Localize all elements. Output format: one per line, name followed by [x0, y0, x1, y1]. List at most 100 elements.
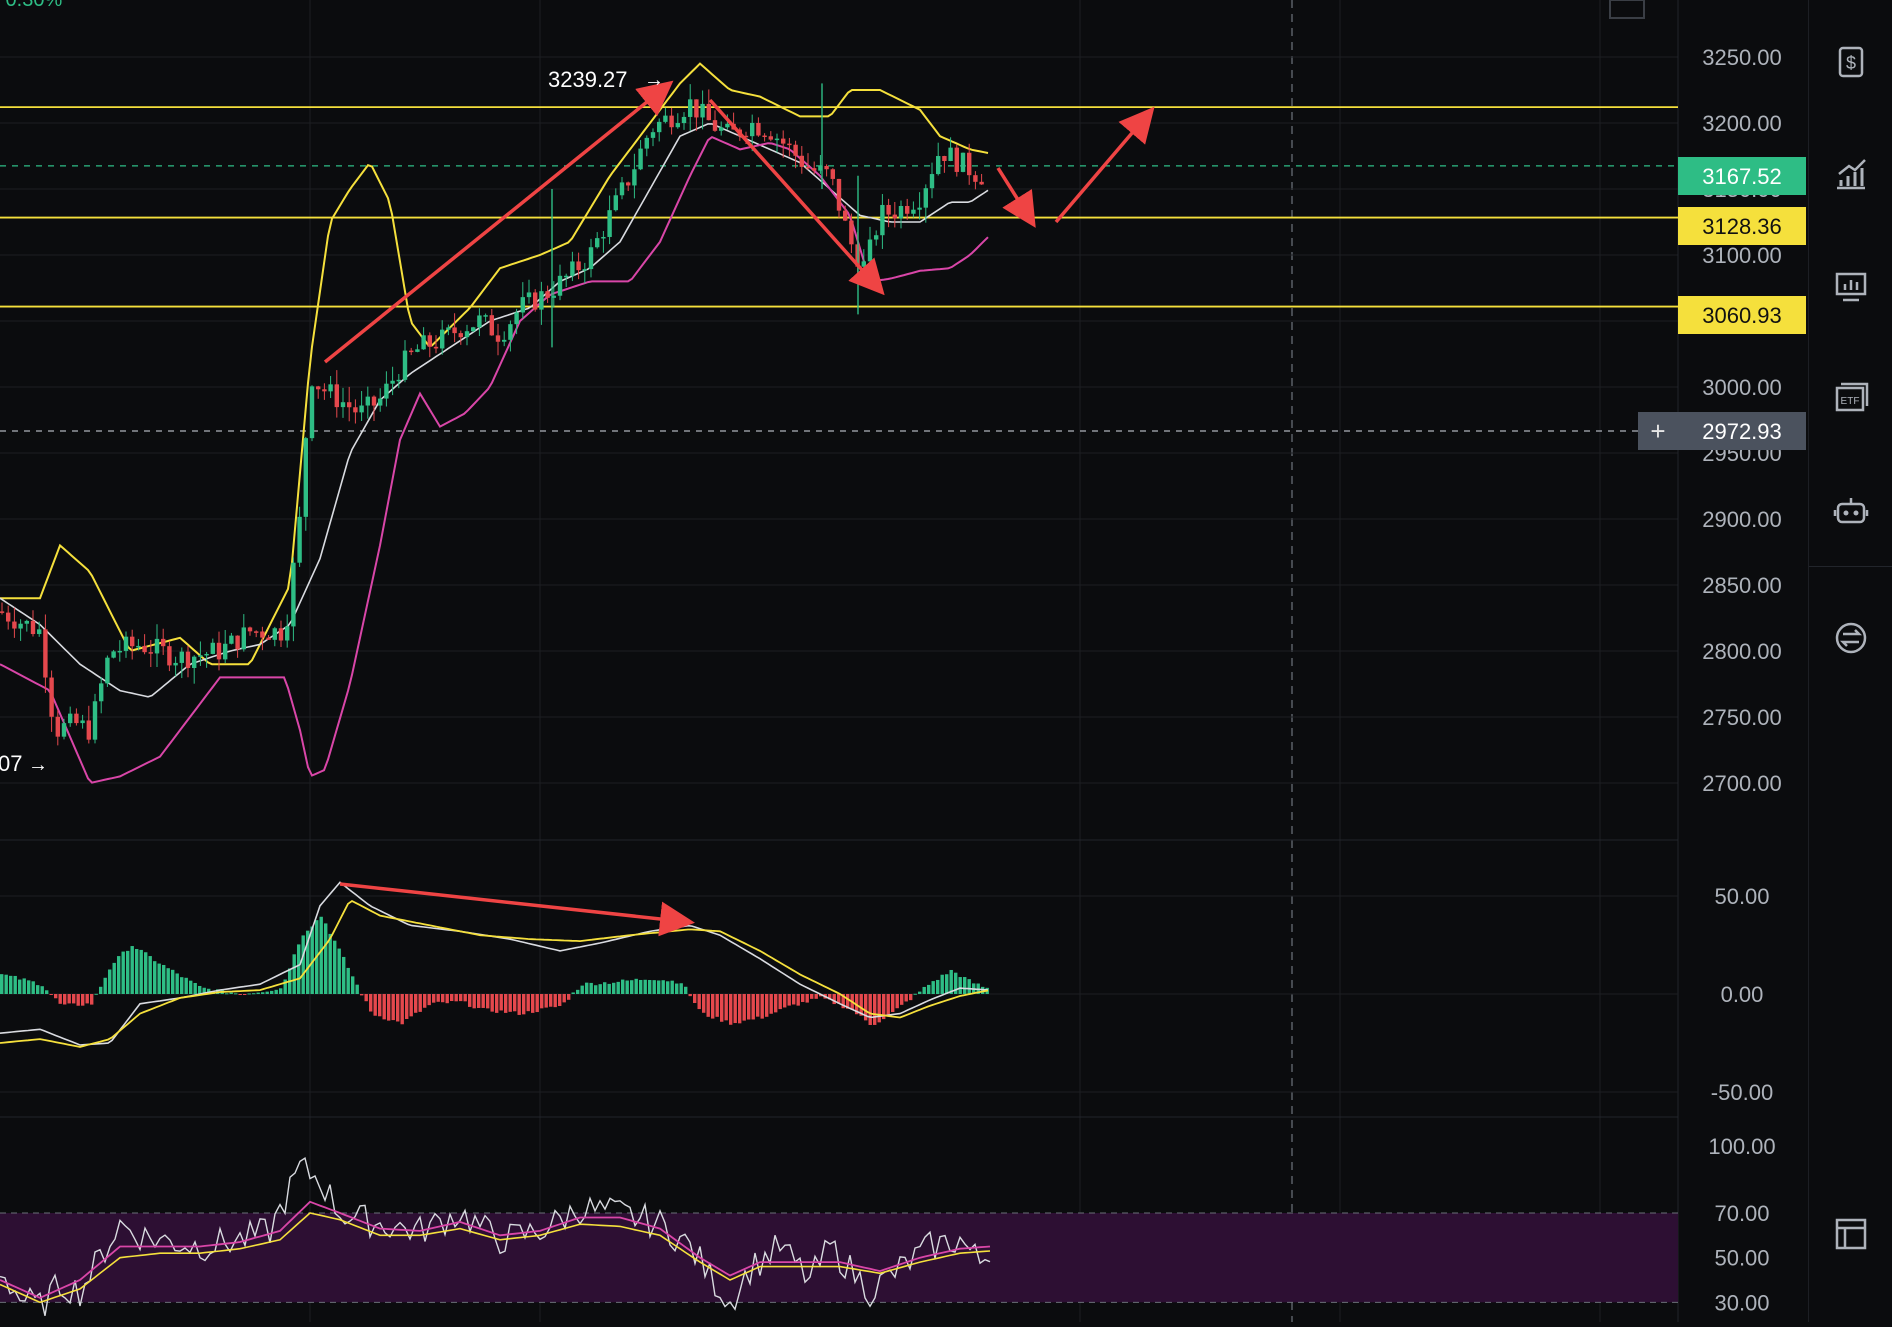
macd-histogram-bar: [886, 994, 890, 1016]
macd-histogram-bar: [337, 948, 341, 994]
candle-body: [30, 620, 36, 635]
monitor-chart-icon[interactable]: [1829, 264, 1873, 308]
macd-histogram-bar: [967, 979, 971, 994]
price-chart[interactable]: 幅 0.30% 3239.27 07 → → 3300.00 3250.00 320…: [0, 0, 1892, 1322]
candle-body: [316, 386, 321, 390]
candle-body: [384, 383, 389, 399]
macd-histogram-bar: [391, 994, 395, 1021]
macd-histogram-bar: [814, 994, 818, 999]
level-2-price-tag: 3060.93: [1678, 296, 1806, 334]
fullscreen-icon[interactable]: [1609, 0, 1645, 19]
current-price-tag: 3167.52: [1678, 157, 1806, 195]
cursor-price-tag: + 2972.93: [1638, 412, 1806, 450]
chart-canvas[interactable]: 幅 0.30% 3239.27 07 → → 3300.00 3250.00 320…: [0, 0, 1808, 1322]
macd-histogram-bar: [409, 994, 413, 1017]
macd-histogram-bar: [684, 986, 688, 994]
macd-histogram-bar: [778, 994, 782, 1010]
candle-body: [229, 635, 234, 644]
macd-histogram-bar: [805, 994, 809, 1003]
macd-histogram-bar: [301, 935, 305, 994]
layout-icon[interactable]: [1829, 1212, 1873, 1256]
swap-icon[interactable]: [1829, 616, 1873, 660]
candle-body: [954, 147, 959, 172]
macd-histogram-bar: [670, 980, 674, 994]
macd-histogram-bar: [544, 994, 548, 1008]
macd-histogram-bar: [918, 991, 922, 994]
pullback-arrow: [996, 167, 1036, 228]
macd-histogram-bar: [513, 994, 517, 1012]
macd-panel: [0, 881, 989, 1048]
candle-body: [173, 662, 178, 666]
dollar-doc-icon[interactable]: $: [1829, 40, 1873, 84]
macd-histogram-bar: [729, 994, 733, 1025]
candle-body: [297, 516, 302, 563]
candle-body: [415, 349, 420, 352]
candle-body: [6, 612, 11, 622]
macd-histogram-bar: [652, 980, 656, 994]
macd-histogram-bar: [76, 994, 80, 1006]
macd-histogram-bar: [679, 983, 683, 994]
macd-histogram-bar: [621, 979, 625, 994]
macd-histogram-bar: [63, 994, 67, 1005]
candle-body: [254, 631, 259, 633]
macd-histogram-bar: [594, 985, 598, 994]
rsi-tick-label: 70.00: [1714, 1201, 1769, 1226]
candle-body: [117, 650, 122, 653]
bollinger-upper: [0, 62, 989, 666]
macd-histogram-bar: [616, 981, 620, 994]
macd-histogram-bar: [702, 994, 706, 1013]
macd-histogram-bar: [922, 986, 926, 994]
macd-histogram-bar: [913, 993, 917, 995]
macd-histogram-bar: [328, 933, 332, 994]
macd-histogram-bar: [787, 994, 791, 1006]
candle-body: [309, 386, 315, 439]
trend-bars-icon[interactable]: [1829, 152, 1873, 196]
toolbar-divider: [1809, 566, 1892, 567]
candle-body: [471, 327, 476, 332]
macd-histogram-bar: [378, 994, 382, 1017]
macd-histogram-bar: [387, 994, 391, 1021]
candle-body: [198, 655, 203, 657]
candle-body: [582, 269, 587, 271]
macd-histogram-bar: [634, 978, 638, 994]
macd-histogram-bar: [139, 949, 143, 994]
robot-icon[interactable]: [1829, 488, 1873, 532]
macd-dea-line: [0, 899, 989, 1048]
macd-histogram-bar: [274, 989, 278, 994]
candle-body: [787, 143, 792, 146]
candle-body: [99, 683, 104, 702]
candle-body: [533, 292, 538, 310]
macd-histogram-bar: [693, 994, 697, 1004]
candle-body: [688, 99, 693, 117]
macd-histogram-bar: [630, 980, 634, 994]
macd-histogram-bar: [756, 994, 760, 1017]
candle-body: [923, 188, 928, 208]
candle-body: [241, 627, 246, 650]
macd-histogram-bar: [751, 994, 755, 1020]
candle-body: [762, 135, 767, 138]
candle-body: [440, 329, 445, 349]
candle-body: [167, 646, 172, 666]
macd-histogram-bar: [549, 994, 553, 1007]
candle-body: [638, 148, 643, 170]
level-1-price-tag: 3128.36: [1678, 207, 1806, 245]
crosshair-icon: +: [1650, 416, 1665, 446]
candle-body: [185, 651, 191, 668]
candle-body: [409, 350, 414, 353]
candle-body: [669, 115, 674, 128]
macd-tick-label: -50.00: [1711, 1080, 1773, 1105]
candle-body: [154, 638, 160, 654]
macd-histogram-bar: [706, 994, 710, 1017]
macd-histogram-bar: [31, 981, 35, 994]
etf-icon[interactable]: ETF: [1829, 376, 1873, 420]
candle-body: [111, 651, 116, 658]
macd-histogram-bar: [643, 979, 647, 994]
macd-histogram-bar: [666, 981, 670, 994]
macd-histogram-bar: [571, 992, 575, 994]
macd-histogram-bar: [396, 994, 400, 1022]
macd-histogram-bar: [535, 994, 539, 1013]
candle-body: [700, 103, 705, 118]
price-tick-label: 2900.00: [1702, 507, 1782, 532]
candle-body: [830, 169, 835, 179]
macd-histogram-bar: [873, 994, 877, 1025]
